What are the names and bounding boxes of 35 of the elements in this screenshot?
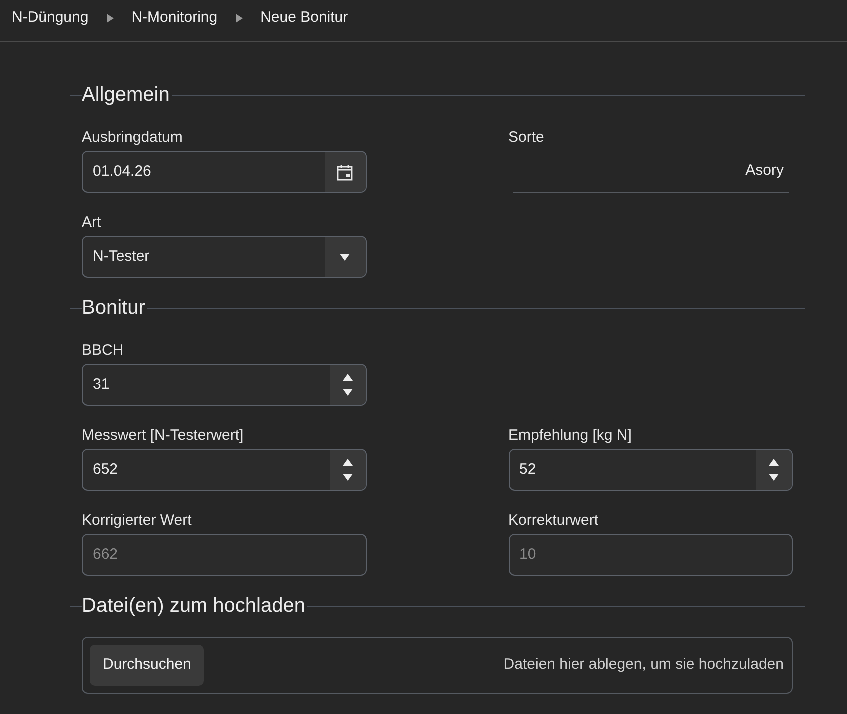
drop-hint: Dateien hier ablegen, um sie hochzuladen: [504, 655, 785, 676]
select-field[interactable]: N-Tester: [82, 236, 366, 278]
caret-up-icon: [769, 459, 779, 466]
field-label: BBCH: [82, 341, 125, 361]
breadcrumb-link[interactable]: N-Monitoring: [132, 7, 218, 30]
caret-up-icon: [342, 374, 352, 381]
number-field[interactable]: 652: [82, 449, 366, 491]
date-field[interactable]: 01.04.26: [82, 151, 366, 193]
caret-up-icon: [342, 459, 352, 466]
readonly-field: Asory: [512, 151, 789, 193]
number-field[interactable]: 31: [82, 364, 366, 406]
caret-down-icon: [342, 389, 352, 396]
breadcrumb-link[interactable]: N-Düngung: [12, 7, 89, 30]
number-field[interactable]: 52: [508, 449, 793, 491]
caret-down-icon: [340, 254, 350, 260]
calendar-icon: [337, 164, 353, 180]
field-label: Korrigierter Wert: [82, 511, 193, 531]
calendar-button[interactable]: [324, 152, 366, 192]
dropdown-button[interactable]: [324, 237, 366, 277]
section-title: Datei(en) zum hochladen: [82, 594, 306, 619]
drop-zone[interactable]: Durchsuchen Dateien hier ablegen, um sie hochzuladen: [82, 637, 793, 694]
browse-button[interactable]: Durchsuchen: [90, 645, 204, 686]
breadcrumb-link[interactable]: Neue Bonitur: [260, 7, 348, 30]
section-title: Allgemein: [82, 83, 171, 108]
field-label: Korrekturwert: [508, 511, 600, 531]
caret-right-icon: [106, 14, 114, 23]
caret-down-icon: [342, 474, 352, 481]
field-label: Messwert [N-Testerwert]: [82, 426, 245, 446]
field-label: Art: [82, 213, 102, 233]
field-label: Empfehlung [kg N]: [508, 426, 633, 446]
field-label: Sorte: [508, 128, 546, 148]
field-label: Ausbringdatum: [82, 128, 184, 148]
caret-down-icon: [769, 474, 779, 481]
section-title: Bonitur: [82, 296, 146, 321]
caret-right-icon: [236, 14, 243, 23]
